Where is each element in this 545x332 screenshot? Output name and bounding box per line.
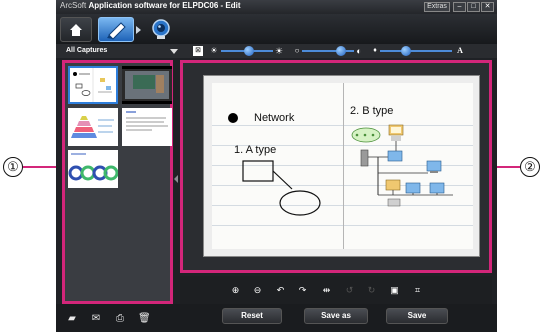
home-icon (70, 24, 82, 36)
captures-panel (62, 60, 173, 304)
callout-1: ① (3, 157, 23, 177)
rotate-left-icon[interactable]: ↶ (275, 285, 286, 296)
preview-canvas[interactable]: Network 1. A type 2. B type (203, 75, 480, 257)
edit-mode-button[interactable] (98, 17, 134, 42)
thumbnail-pyramid-image (68, 108, 118, 146)
capture-thumbnail[interactable] (122, 66, 172, 104)
close-button[interactable]: ✕ (481, 2, 494, 12)
brand-label: ArcSoft (60, 1, 87, 10)
fit-window-icon[interactable]: ▣ (389, 285, 400, 296)
callout-2: ② (520, 157, 540, 177)
thumbnail-classroom-image (122, 66, 172, 104)
redo-icon[interactable]: ↻ (366, 285, 377, 296)
action-bar: ▰ ✉ ⎙ 🗑 Reset Save as Save (56, 304, 497, 332)
restore-button[interactable]: □ (467, 2, 480, 12)
rotate-right-icon[interactable]: ↷ (297, 285, 308, 296)
open-folder-icon[interactable]: ▰ (66, 313, 78, 325)
sharpness-icon: ♦ (373, 47, 377, 54)
app-window: ArcSoft Application software for ELPDC06… (56, 0, 497, 332)
captures-bar: All Captures ⊠ ☀ ☀ ○ ◐ ♦ A (56, 44, 497, 58)
camera-button[interactable] (146, 17, 176, 42)
undo-icon[interactable]: ↺ (344, 285, 355, 296)
pen-icon (107, 22, 126, 40)
title-bar: ArcSoft Application software for ELPDC06… (56, 0, 497, 14)
contrast-slider-track[interactable] (302, 50, 354, 52)
a-type-label: 1. A type (234, 144, 277, 156)
capture-thumbnail[interactable] (68, 150, 119, 188)
brightness-icon: ☀ (210, 46, 218, 55)
collapse-panel-icon[interactable] (174, 175, 178, 183)
window-title: ArcSoft Application software for ELPDC06… (60, 1, 240, 10)
title-label: Application software for ELPDC06 - Edit (88, 1, 241, 10)
b-type-network-diagram (351, 124, 453, 207)
capture-thumbnail[interactable] (122, 108, 172, 146)
home-button[interactable] (60, 17, 92, 42)
save-as-button[interactable]: Save as (304, 308, 368, 324)
thumbnail-text-image (122, 108, 172, 146)
zoom-out-icon[interactable]: ⊖ (252, 285, 263, 296)
save-button[interactable]: Save (386, 308, 448, 324)
contrast-icon: ◐ (356, 46, 362, 56)
capture-thumbnail[interactable] (68, 108, 118, 146)
contrast-low-icon: ○ (294, 46, 300, 55)
zoom-in-icon[interactable]: ⊕ (230, 285, 241, 296)
network-label: Network (254, 112, 295, 124)
reset-button[interactable]: Reset (222, 308, 282, 324)
preview-area: Network 1. A type 2. B type (180, 60, 492, 273)
b-type-label: 2. B type (350, 105, 394, 117)
brightness-slider-knob[interactable] (244, 46, 254, 56)
captures-filter-label: All Captures (66, 47, 108, 54)
select-icon[interactable]: ⊠ (193, 46, 203, 56)
email-icon[interactable]: ✉ (90, 313, 102, 325)
mode-arrow-icon (136, 26, 141, 34)
flip-icon[interactable]: ⇹ (321, 285, 332, 296)
sharpness-slider-knob[interactable] (401, 46, 411, 56)
bullet-icon (228, 113, 238, 123)
print-icon[interactable]: ⎙ (114, 313, 126, 325)
crop-icon[interactable]: ⌗ (412, 285, 423, 296)
mode-bar (56, 14, 497, 44)
thumbnail-circles-image (68, 150, 119, 188)
webcam-icon (152, 19, 170, 39)
captures-dropdown-icon[interactable] (170, 49, 178, 54)
delete-icon[interactable]: 🗑 (138, 313, 151, 325)
thumbnail-network-image (70, 68, 116, 102)
brightness-high-icon: ☀ (274, 46, 284, 56)
document-image: Network 1. A type 2. B type (212, 83, 473, 249)
capture-thumbnail[interactable] (68, 66, 118, 104)
minimize-button[interactable]: – (453, 2, 466, 12)
contrast-slider-knob[interactable] (336, 46, 346, 56)
sharpness-high-icon: A (457, 46, 463, 55)
sharpness-slider-track[interactable] (380, 50, 452, 52)
image-toolbar: ⊕ ⊖ ↶ ↷ ⇹ ↺ ↻ ▣ ⌗ (180, 276, 492, 304)
page-divider (343, 83, 344, 249)
extras-button[interactable]: Extras (424, 2, 450, 12)
a-type-diagram (242, 160, 321, 216)
